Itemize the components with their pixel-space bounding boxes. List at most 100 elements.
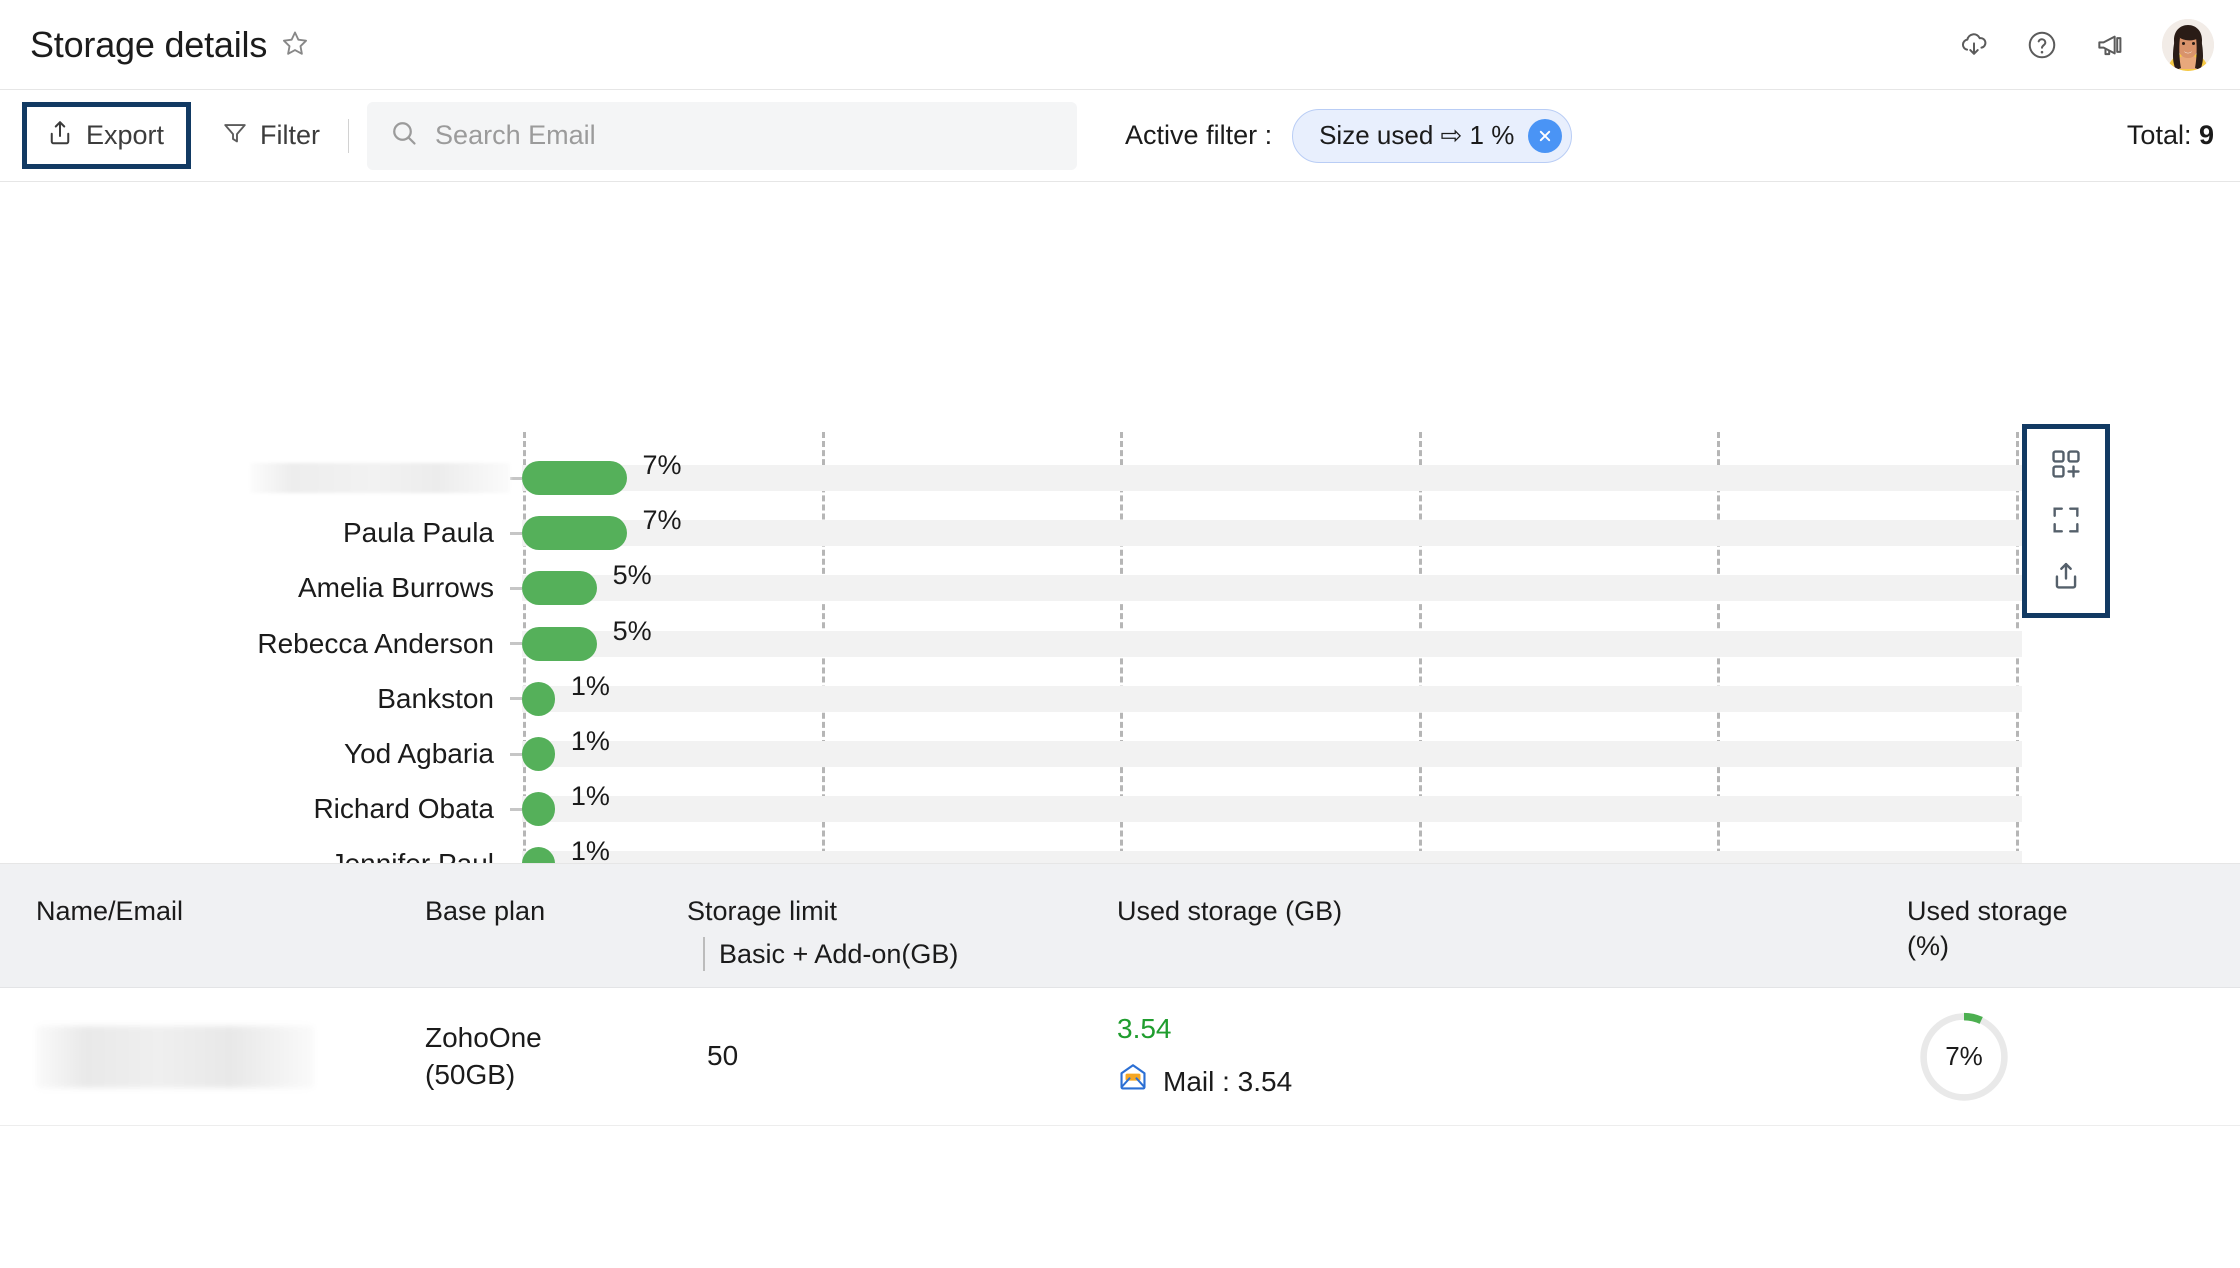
chart-bar-value: 1% <box>571 726 610 757</box>
chart-bar-fill <box>522 627 597 661</box>
active-filter-area: Active filter : Size used ⇨ 1 % <box>1125 109 1572 163</box>
chart-axis-tick <box>510 697 522 700</box>
search-icon <box>389 118 419 153</box>
chart-bar-fill <box>522 571 597 605</box>
storage-chart-panel: 7%Paula Paula7%Amelia Burrows5%Rebecca A… <box>0 182 2240 864</box>
chart-bar-label: Richard Obata <box>0 793 510 825</box>
chart-bar-label: Paula Paula <box>0 517 510 549</box>
chart-bar-label: Amelia Burrows <box>0 572 510 604</box>
total-value: 9 <box>2199 120 2214 150</box>
page-title-wrap: Storage details <box>30 24 309 66</box>
column-header-used-storage-gb[interactable]: Used storage (GB) <box>1107 894 1907 929</box>
chart-toolbar <box>2022 424 2110 618</box>
mail-icon <box>1117 1061 1149 1102</box>
chart-bar-fill <box>522 682 555 716</box>
search-box[interactable] <box>367 102 1077 170</box>
export-icon <box>45 118 75 153</box>
chart-bar-label: Jennifer Paul <box>0 848 510 864</box>
header-actions <box>1958 19 2214 71</box>
toolbar: Export Filter Active filter : Size used … <box>0 90 2240 182</box>
fullscreen-icon[interactable] <box>2049 503 2083 537</box>
cell-used-storage-percent: 7% <box>1907 1010 2240 1104</box>
chart-bar-row[interactable]: Yod Agbaria 1% <box>0 731 2240 777</box>
chart-axis-tick <box>510 477 522 480</box>
chart-bar-track: 1% <box>522 741 2022 767</box>
export-button[interactable]: Export <box>22 102 191 169</box>
chart-bar-row[interactable]: Amelia Burrows 5% <box>0 565 2240 611</box>
chart-bar-row[interactable]: Paula Paula 7% <box>0 510 2240 556</box>
funnel-icon <box>221 119 249 152</box>
chart-bar-value: 7% <box>643 505 682 536</box>
chart-bar-value: 7% <box>643 450 682 481</box>
chart-bar-fill <box>522 847 555 864</box>
page-title: Storage details <box>30 24 267 66</box>
close-icon[interactable] <box>1528 119 1562 153</box>
active-filter-label: Active filter : <box>1125 120 1272 151</box>
usage-gauge: 7% <box>1917 1010 2011 1104</box>
cell-used-storage-value: 3.54 <box>1117 1011 1897 1047</box>
chart-bar-label: Yod Agbaria <box>0 738 510 770</box>
cell-used-storage: 3.54 Mail : 3.54 <box>1107 1011 1907 1103</box>
chart-bar-row[interactable]: Jennifer Paul1% <box>0 841 2240 864</box>
chart-bar-value: 5% <box>613 560 652 591</box>
cell-base-plan: ZohoOne(50GB) <box>415 1020 677 1093</box>
chart-bar-value: 1% <box>571 836 610 864</box>
column-header-storage-limit-sub: Basic + Add-on(GB) <box>703 937 1097 972</box>
chart-plot-area: 7%Paula Paula7%Amelia Burrows5%Rebecca A… <box>0 182 2240 863</box>
chart-axis-tick <box>510 753 522 756</box>
chart-bar-track: 7% <box>522 520 2022 546</box>
cloud-download-icon[interactable] <box>1958 29 1990 61</box>
share-icon[interactable] <box>2049 559 2083 593</box>
storage-details-table: Name/Email Base plan Storage limit Basic… <box>0 864 2240 1126</box>
chart-bar-track: 1% <box>522 686 2022 712</box>
column-header-storage-limit-label: Storage limit <box>687 896 837 926</box>
filter-button[interactable]: Filter <box>207 109 334 162</box>
announcement-icon[interactable] <box>2094 29 2126 61</box>
cell-used-storage-detail-text: Mail : 3.54 <box>1163 1064 1292 1100</box>
cell-storage-limit: 50 <box>677 1038 1107 1074</box>
app-header: Storage details <box>0 0 2240 90</box>
chart-bar-row[interactable]: Richard Obata 1% <box>0 786 2240 832</box>
chart-axis-tick <box>510 587 522 590</box>
chart-bar-value: 1% <box>571 671 610 702</box>
column-header-storage-limit[interactable]: Storage limit Basic + Add-on(GB) <box>677 894 1107 971</box>
search-input[interactable] <box>435 120 1055 151</box>
chart-axis-tick <box>510 863 522 864</box>
redacted-name-value <box>36 1026 314 1088</box>
chart-bar-track: 1% <box>522 796 2022 822</box>
toolbar-divider <box>348 119 349 153</box>
active-filter-pill-text: Size used ⇨ 1 % <box>1319 120 1514 151</box>
chart-bar-fill <box>522 792 555 826</box>
export-label: Export <box>86 120 164 151</box>
chart-bar-track: 5% <box>522 631 2022 657</box>
chart-axis-tick <box>510 532 522 535</box>
chart-bar-row[interactable]: Rebecca Anderson 5% <box>0 621 2240 667</box>
chart-bar-fill <box>522 516 627 550</box>
total-count: Total: 9 <box>2127 120 2214 151</box>
help-icon[interactable] <box>2026 29 2058 61</box>
chart-bar-label: Rebecca Anderson <box>0 628 510 660</box>
chart-bar-row[interactable]: Bankston 1% <box>0 676 2240 722</box>
avatar[interactable] <box>2162 19 2214 71</box>
usage-gauge-label: 7% <box>1917 1010 2011 1104</box>
chart-bar-value: 5% <box>613 616 652 647</box>
chart-bar-label-redacted <box>250 463 510 493</box>
chart-bar-track: 7% <box>522 465 2022 491</box>
chart-bar-row[interactable]: 7% <box>0 455 2240 501</box>
column-header-name-email[interactable]: Name/Email <box>0 894 415 929</box>
column-header-base-plan[interactable]: Base plan <box>415 894 677 929</box>
table-header-row: Name/Email Base plan Storage limit Basic… <box>0 864 2240 988</box>
chart-bar-value: 1% <box>571 781 610 812</box>
cell-name-email <box>0 1026 415 1088</box>
chart-bar-label: Bankston <box>0 683 510 715</box>
active-filter-pill[interactable]: Size used ⇨ 1 % <box>1292 109 1572 163</box>
chart-bar-track: 5% <box>522 575 2022 601</box>
star-icon[interactable] <box>281 29 309 57</box>
table-row[interactable]: ZohoOne(50GB) 50 3.54 Mail : 3.54 <box>0 988 2240 1126</box>
add-to-dashboard-icon[interactable] <box>2049 447 2083 481</box>
column-header-used-storage-pct[interactable]: Used storage(%) <box>1907 894 2240 963</box>
chart-bar-fill <box>522 461 627 495</box>
cell-storage-limit-value: 50 <box>687 1038 738 1074</box>
cell-used-storage-detail: Mail : 3.54 <box>1117 1061 1897 1102</box>
chart-bar-fill <box>522 737 555 771</box>
